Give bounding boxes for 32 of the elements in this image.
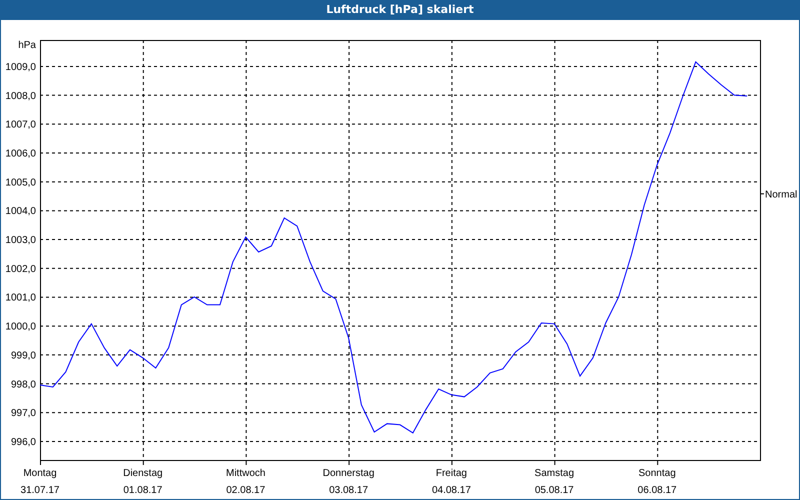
x-day-label: Montag [23,468,57,479]
y-tick-label: 999,0 [10,350,36,362]
y-tick-label: 1009,0 [5,62,36,73]
y-tick-label: 1000,0 [5,322,36,333]
x-date-label: 02.08.17 [226,485,266,496]
x-day-label: Samstag [534,468,574,479]
y-tick-label: 996,0 [10,436,36,448]
x-day-label: Dienstag [123,468,163,479]
y-tick-label: 997,0 [10,408,36,420]
y-tick-label: 1003,0 [5,235,36,246]
y-tick-label: 1006,0 [5,148,36,160]
x-day-label: Sonntag [638,468,676,479]
x-day-label: Mittwoch [226,468,266,479]
x-date-label: 06.08.17 [638,485,677,496]
x-date-label: 04.08.17 [432,485,471,496]
y-tick-label: 1004,0 [5,206,36,218]
x-date-label: 01.08.17 [123,485,162,496]
x-date-label: 03.08.17 [329,485,368,496]
x-day-label: Donnerstag [322,468,374,479]
y-tick-label: 998,0 [10,379,36,390]
y-tick-label: 1005,0 [5,177,36,188]
normal-tick [760,193,764,194]
y-axis-unit: hPa [18,40,36,51]
x-day-label: Freitag [436,468,467,479]
x-date-label: 05.08.17 [534,485,574,496]
y-tick-label: 1007,0 [5,120,36,131]
y-tick-label: 1008,0 [5,90,36,102]
x-date-label: 31.07.17 [20,485,60,496]
normal-label: Normal [765,189,798,200]
y-tick-label: 1001,0 [5,292,36,304]
y-tick-label: 1002,0 [5,264,36,275]
window-title: Luftdruck [hPa] skaliert [1,0,799,20]
